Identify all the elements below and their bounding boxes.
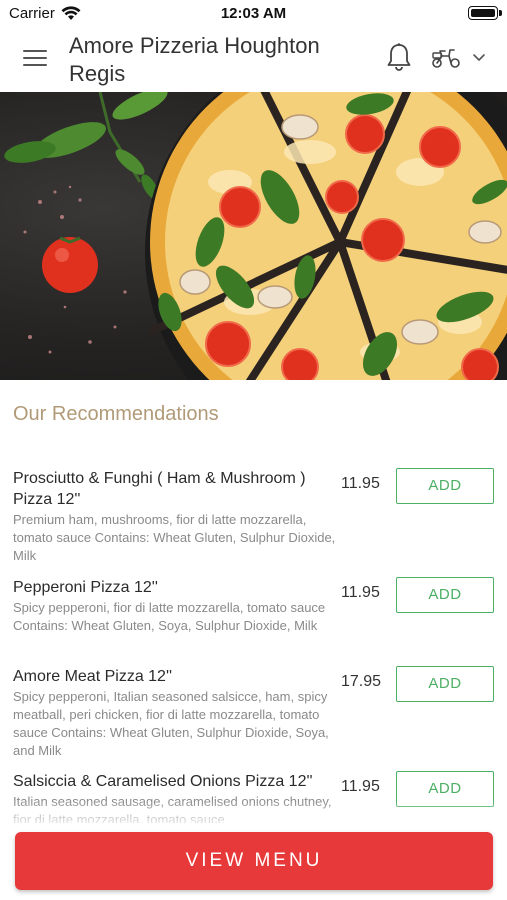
item-price: 11.95 [341, 584, 380, 601]
basil-sprig [4, 92, 168, 200]
item-description: Premium ham, mushrooms, fior di latte mo… [13, 512, 336, 563]
chevron-down-icon[interactable] [472, 52, 486, 62]
bell-icon[interactable] [386, 42, 412, 72]
item-price: 11.95 [341, 778, 380, 795]
recommendations-heading: Our Recommendations [13, 403, 219, 425]
add-button[interactable]: ADD [396, 468, 494, 504]
pizza [148, 92, 507, 380]
item-name: Amore Meat Pizza 12'' [13, 668, 173, 685]
add-button[interactable]: ADD [396, 577, 494, 613]
item-description: Spicy pepperoni, Italian seasoned salsic… [13, 689, 329, 758]
tomato [42, 237, 98, 293]
scooter-icon[interactable] [431, 45, 461, 69]
hero-pizza-image [0, 92, 507, 380]
view-menu-button[interactable]: VIEW MENU [15, 832, 493, 890]
hamburger-menu-icon[interactable] [23, 48, 47, 68]
status-time: 12:03 AM [220, 5, 287, 22]
page-title: Amore Pizzeria Houghton Regis [69, 33, 320, 86]
item-description: Spicy pepperoni, fior di latte mozzarell… [13, 600, 326, 633]
status-bar: Carrier 12:03 AM [0, 0, 507, 28]
item-name: Pepperoni Pizza 12'' [13, 579, 158, 596]
scroll-fade [0, 800, 507, 830]
item-name: Salsiccia & Caramelised Onions Pizza 12'… [13, 773, 313, 790]
item-name: Prosciutto & Funghi ( Ham & Mushroom ) P… [13, 470, 306, 508]
item-price: 11.95 [341, 475, 380, 492]
app-header: Amore Pizzeria Houghton Regis [0, 28, 507, 92]
add-button[interactable]: ADD [396, 666, 494, 702]
battery-icon [468, 6, 502, 20]
item-price: 17.95 [341, 673, 382, 690]
